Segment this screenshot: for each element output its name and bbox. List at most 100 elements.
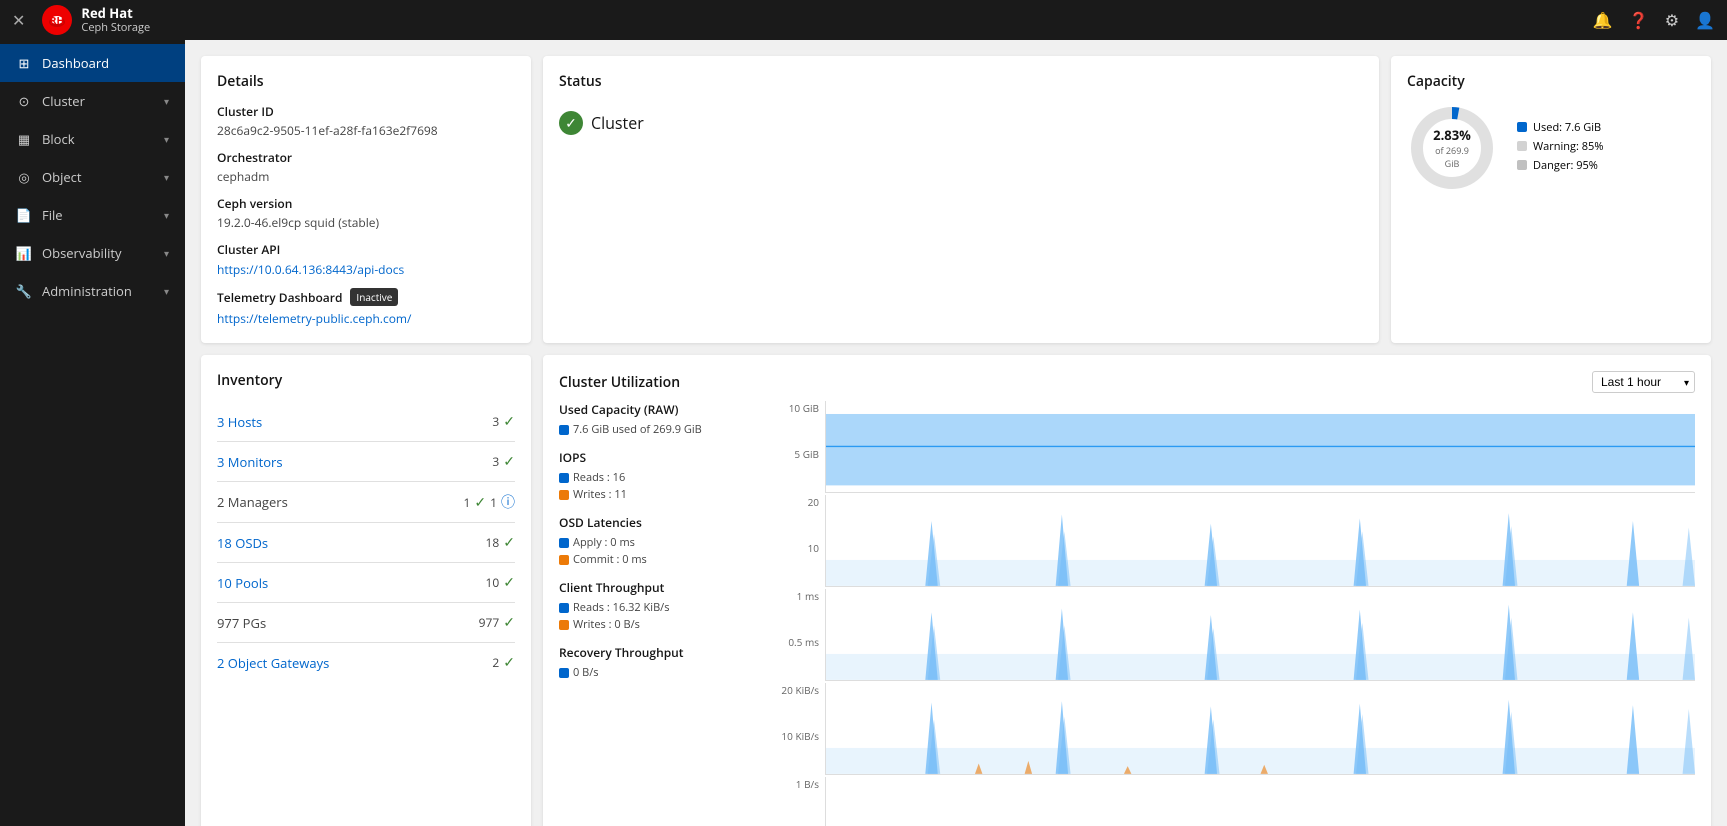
inventory-item-pgs: 977 PGs 977 ✓ — [217, 603, 515, 643]
cluster-status-label: Cluster — [591, 112, 644, 134]
details-title: Details — [217, 72, 515, 91]
inventory-item-managers: 2 Managers 1 ✓ 1 ⓘ — [217, 482, 515, 523]
managers-ok-icon: ✓ — [474, 493, 486, 512]
user-icon[interactable]: 👤 — [1695, 9, 1715, 31]
sidebar-item-label: Dashboard — [42, 54, 169, 72]
gateways-count: 2 ✓ — [492, 653, 515, 672]
osds-count: 18 ✓ — [486, 533, 515, 552]
capacity-chart-svg — [826, 401, 1695, 492]
used-capacity-legend: 7.6 GiB used of 269.9 GiB — [559, 422, 759, 437]
file-icon: 📄 — [16, 207, 32, 223]
sidebar-item-label: Object — [42, 168, 154, 186]
client-throughput-title: Client Throughput — [559, 579, 759, 596]
osd-latencies-chart-inner: 1 ms 0.5 ms — [775, 589, 1695, 681]
sidebar-item-dashboard[interactable]: ⊞ Dashboard — [0, 44, 185, 82]
redhat-logo-icon: RH — [41, 4, 73, 36]
help-icon[interactable]: ❓ — [1629, 9, 1649, 31]
used-capacity-value: 7.6 GiB used of 269.9 GiB — [573, 422, 702, 437]
sidebar-item-file[interactable]: 📄 File ▾ — [0, 196, 185, 234]
details-card: Details Cluster ID 28c6a9c2-9505-11ef-a2… — [201, 56, 531, 343]
inventory-item-monitors: 3 Monitors 3 ✓ — [217, 442, 515, 482]
capacity-donut: 2.83% of 269.9 GiB — [1407, 103, 1497, 193]
iops-reads-legend: Reads : 16 — [559, 470, 759, 485]
iops-writes-dot — [559, 490, 569, 500]
iops-writes-value: Writes : 11 — [573, 487, 627, 502]
warning-color-dot — [1517, 141, 1527, 151]
sidebar-item-label: Block — [42, 130, 154, 148]
monitors-link[interactable]: 3 Monitors — [217, 453, 492, 471]
client-y-axis: 20 KiB/s 10 KiB/s — [775, 683, 825, 775]
chevron-icon: ▾ — [164, 94, 169, 108]
used-color-dot — [1517, 122, 1527, 132]
pools-link[interactable]: 10 Pools — [217, 574, 486, 592]
inventory-item-pools: 10 Pools 10 ✓ — [217, 563, 515, 603]
recovery-chart-svg — [826, 777, 1695, 826]
time-range-dropdown-wrap: Last 1 hour Last 6 hours Last 24 hours L… — [1592, 371, 1695, 393]
osds-link[interactable]: 18 OSDs — [217, 534, 486, 552]
cluster-status: ✓ Cluster — [559, 111, 1363, 135]
telemetry-label: Telemetry Dashboard — [217, 289, 342, 306]
telemetry-link[interactable]: https://telemetry-public.ceph.com/ — [217, 310, 515, 327]
hosts-count: 3 ✓ — [492, 412, 515, 431]
time-range-dropdown[interactable]: Last 1 hour Last 6 hours Last 24 hours L… — [1592, 371, 1695, 393]
inventory-item-hosts: 3 Hosts 3 ✓ — [217, 402, 515, 442]
recovery-throughput-section: Recovery Throughput 0 B/s — [559, 644, 759, 680]
inventory-card: Inventory 3 Hosts 3 ✓ 3 Monitors 3 ✓ — [201, 355, 531, 826]
pgs-ok-icon: ✓ — [503, 613, 515, 632]
monitors-count: 3 ✓ — [492, 452, 515, 471]
brand-name: Red Hat Ceph Storage — [81, 6, 150, 35]
osd-commit-value: Commit : 0 ms — [573, 552, 647, 567]
telemetry-row: Telemetry Dashboard Inactive — [217, 288, 515, 306]
iops-chart-inner: 20 10 — [775, 495, 1695, 587]
hosts-link[interactable]: 3 Hosts — [217, 413, 492, 431]
bottom-row: Inventory 3 Hosts 3 ✓ 3 Monitors 3 ✓ — [201, 355, 1711, 826]
status-title: Status — [559, 72, 1363, 91]
ceph-version-value: 19.2.0-46.el9cp squid (stable) — [217, 214, 515, 231]
osd-chart-svg — [826, 589, 1695, 680]
osd-commit-legend: Commit : 0 ms — [559, 552, 759, 567]
settings-icon[interactable]: ⚙ — [1665, 9, 1679, 31]
client-throughput-chart-inner: 20 KiB/s 10 KiB/s — [775, 683, 1695, 775]
gateways-link[interactable]: 2 Object Gateways — [217, 654, 492, 672]
telemetry-badge: Inactive — [350, 288, 398, 306]
hosts-ok-icon: ✓ — [503, 412, 515, 431]
warning-label: Warning: 85% — [1533, 139, 1603, 154]
sidebar-item-cluster[interactable]: ⊙ Cluster ▾ — [0, 82, 185, 120]
content-area: Details Cluster ID 28c6a9c2-9505-11ef-a2… — [185, 40, 1727, 826]
utilization-content: Used Capacity (RAW) 7.6 GiB used of 269.… — [559, 401, 1695, 826]
dashboard-icon: ⊞ — [16, 55, 32, 71]
osds-ok-icon: ✓ — [503, 533, 515, 552]
client-reads-legend: Reads : 16.32 KiB/s — [559, 600, 759, 615]
sidebar-item-object[interactable]: ◎ Object ▾ — [0, 158, 185, 196]
pgs-count: 977 ✓ — [479, 613, 515, 632]
sidebar: ⊞ Dashboard ⊙ Cluster ▾ ▦ Block ▾ ◎ Obje… — [0, 40, 185, 826]
utilization-title: Cluster Utilization — [559, 373, 680, 392]
sidebar-item-block[interactable]: ▦ Block ▾ — [0, 120, 185, 158]
cluster-icon: ⊙ — [16, 93, 32, 109]
recovery-throughput-chart-inner: 1 B/s 0.5 B/s — [775, 777, 1695, 826]
monitors-ok-icon: ✓ — [503, 452, 515, 471]
sidebar-item-observability[interactable]: 📊 Observability ▾ — [0, 234, 185, 272]
main-layout: ⊞ Dashboard ⊙ Cluster ▾ ▦ Block ▾ ◎ Obje… — [0, 40, 1727, 826]
sidebar-item-label: Administration — [42, 282, 154, 300]
donut-percentage: 2.83% — [1430, 126, 1475, 144]
iops-title: IOPS — [559, 449, 759, 466]
sidebar-item-administration[interactable]: 🔧 Administration ▾ — [0, 272, 185, 310]
iops-writes-legend: Writes : 11 — [559, 487, 759, 502]
pools-ok-icon: ✓ — [503, 573, 515, 592]
recovery-throughput-chart-row: 1 B/s 0.5 B/s — [775, 777, 1695, 826]
sidebar-item-label: Observability — [42, 244, 154, 262]
cluster-api-link[interactable]: https://10.0.64.136:8443/api-docs — [217, 261, 404, 278]
osd-latencies-title: OSD Latencies — [559, 514, 759, 531]
osd-apply-legend: Apply : 0 ms — [559, 535, 759, 550]
legend-danger: Danger: 95% — [1517, 158, 1603, 173]
administration-icon: 🔧 — [16, 283, 32, 299]
pools-count: 10 ✓ — [486, 573, 515, 592]
osd-apply-dot — [559, 538, 569, 548]
notifications-icon[interactable]: 🔔 — [1593, 9, 1613, 31]
capacity-chart-row: 10 GiB 5 GiB — [775, 401, 1695, 493]
close-button[interactable]: ✕ — [12, 9, 25, 31]
iops-section: IOPS Reads : 16 Writes : 11 — [559, 449, 759, 502]
osd-apply-value: Apply : 0 ms — [573, 535, 635, 550]
client-writes-legend: Writes : 0 B/s — [559, 617, 759, 632]
